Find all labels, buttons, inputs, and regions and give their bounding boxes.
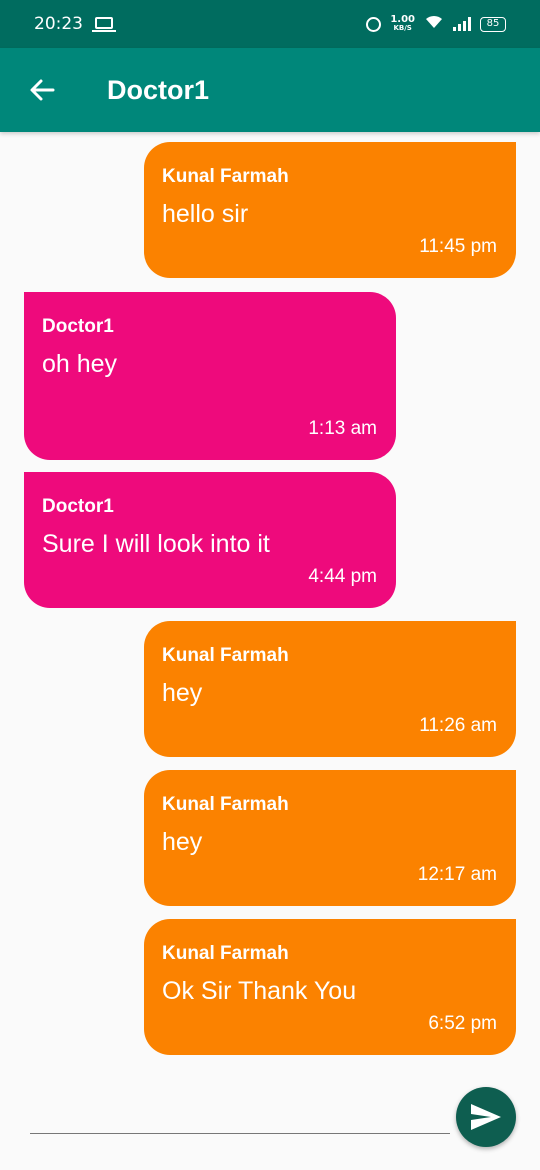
message-text: Sure I will look into it [42,530,270,558]
message-time: 1:13 am [308,418,377,439]
message-sender: Kunal Farmah [162,166,289,187]
message-composer [0,1080,540,1160]
status-icons: 1.00 KB/S 85 [366,14,506,34]
message-time: 12:17 am [417,864,497,885]
signal-icon [453,17,471,31]
message-sender: Kunal Farmah [162,943,289,964]
message-bubble-outgoing: Kunal Farmah Ok Sir Thank You 6:52 pm [144,919,516,1055]
message-time: 6:52 pm [428,1013,497,1034]
message-time: 4:44 pm [308,566,377,587]
message-bubble-outgoing: Kunal Farmah hey 11:26 am [144,621,516,757]
send-icon [471,1104,501,1130]
message-bubble-incoming: Doctor1 Sure I will look into it 4:44 pm [24,472,396,608]
message-time: 11:26 am [419,715,497,736]
message-text: hey [162,828,203,856]
message-input[interactable] [30,1090,450,1134]
battery-icon: 85 [480,16,506,32]
message-text: oh hey [42,350,118,378]
alarm-icon [366,16,382,32]
status-time: 20:23 [34,14,83,34]
send-button[interactable] [456,1087,516,1147]
laptop-icon [92,17,116,32]
message-sender: Doctor1 [42,496,114,517]
wifi-icon [424,14,444,34]
status-bar: 20:23 1.00 KB/S 85 [0,0,540,48]
back-button[interactable] [15,63,69,117]
message-text: hey [162,679,203,707]
message-bubble-outgoing: Kunal Farmah hey 12:17 am [144,770,516,906]
message-bubble-outgoing: Kunal Farmah hello sir 11:45 pm [144,142,516,278]
message-sender: Doctor1 [42,316,114,337]
network-speed-unit: KB/S [393,24,412,32]
message-bubble-incoming: Doctor1 oh hey 1:13 am [24,292,396,460]
arrow-back-icon [30,79,55,101]
message-text: Ok Sir Thank You [162,977,357,1005]
message-text: hello sir [162,200,249,228]
message-time: 11:45 pm [419,236,497,257]
network-speed: 1.00 KB/S [390,15,415,33]
app-bar: Doctor1 [0,48,540,132]
message-sender: Kunal Farmah [162,645,289,666]
message-sender: Kunal Farmah [162,794,289,815]
chat-title: Doctor1 [107,74,210,105]
